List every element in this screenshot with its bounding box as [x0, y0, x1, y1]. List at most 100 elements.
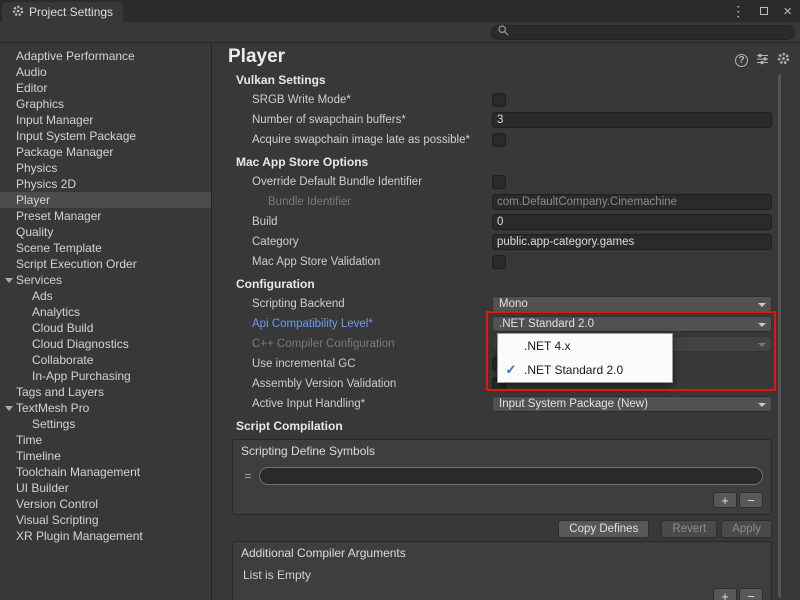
tab-project-settings[interactable]: Project Settings	[2, 2, 123, 22]
sidebar-item-services[interactable]: Services	[0, 272, 211, 288]
sidebar-item-visual-scripting[interactable]: Visual Scripting	[0, 512, 211, 528]
sidebar-item-label: TextMesh Pro	[16, 401, 89, 415]
add-argument-button[interactable]: +	[713, 588, 737, 600]
search-icon	[498, 25, 509, 39]
help-icon[interactable]: ?	[735, 54, 748, 67]
titlebar: Project Settings ⋮ ×	[0, 0, 800, 22]
panel-header: Player ?	[212, 43, 800, 68]
list-controls: + −	[233, 490, 771, 514]
add-define-button[interactable]: +	[713, 492, 737, 508]
sidebar-item-label: Cloud Build	[32, 321, 93, 335]
preset-icon[interactable]	[756, 53, 769, 68]
category-textfield[interactable]: public.app-category.games	[492, 234, 772, 250]
remove-argument-button[interactable]: −	[739, 588, 763, 600]
sidebar-item-cloud-build[interactable]: Cloud Build	[0, 320, 211, 336]
define-symbol-input[interactable]	[259, 467, 763, 485]
sidebar-item-label: Ads	[32, 289, 53, 303]
copy-defines-button[interactable]: Copy Defines	[558, 520, 649, 538]
sidebar-item-label: Audio	[16, 65, 47, 79]
field-label: Scripting Backend	[252, 298, 492, 310]
sidebar-item-label: Adaptive Performance	[16, 49, 135, 63]
revert-button[interactable]: Revert	[661, 520, 717, 538]
window-controls: ⋮ ×	[731, 0, 792, 22]
additional-compiler-arguments-box: Additional Compiler Arguments List is Em…	[232, 541, 772, 600]
sidebar-item-cloud-diagnostics[interactable]: Cloud Diagnostics	[0, 336, 211, 352]
sidebar-item-ads[interactable]: Ads	[0, 288, 211, 304]
sidebar-item-label: Collaborate	[32, 353, 93, 367]
sidebar-item-player[interactable]: Player	[0, 192, 211, 208]
sidebar-item-ui-builder[interactable]: UI Builder	[0, 480, 211, 496]
section-header-vulkan-settings: Vulkan Settings	[212, 68, 800, 90]
remove-define-button[interactable]: −	[739, 492, 763, 508]
sidebar-item-scene-template[interactable]: Scene Template	[0, 240, 211, 256]
sidebar-item-in-app-purchasing[interactable]: In-App Purchasing	[0, 368, 211, 384]
section-header-configuration: Configuration	[212, 272, 800, 294]
setting-row-override-default-bundle-identifier: Override Default Bundle Identifier	[212, 172, 800, 192]
srgb-write-mode-checkbox[interactable]	[492, 93, 506, 107]
sidebar-item-editor[interactable]: Editor	[0, 80, 211, 96]
number-of-swapchain-buffers-textfield[interactable]: 3	[492, 112, 772, 128]
sidebar-item-input-manager[interactable]: Input Manager	[0, 112, 211, 128]
sidebar-item-analytics[interactable]: Analytics	[0, 304, 211, 320]
field-label: Active Input Handling*	[252, 398, 492, 410]
sidebar-item-label: Input System Package	[16, 129, 136, 143]
sidebar-item-settings[interactable]: Settings	[0, 416, 211, 432]
scrollbar[interactable]	[778, 74, 781, 598]
setting-row-mac-app-store-validation: Mac App Store Validation	[212, 252, 800, 272]
sidebar-item-label: Toolchain Management	[16, 465, 140, 479]
sidebar-item-timeline[interactable]: Timeline	[0, 448, 211, 464]
sidebar-item-collaborate[interactable]: Collaborate	[0, 352, 211, 368]
sidebar-item-time[interactable]: Time	[0, 432, 211, 448]
sidebar-item-label: Analytics	[32, 305, 80, 319]
scripting-backend-dropdown[interactable]: Mono	[492, 296, 772, 312]
gear-icon	[12, 5, 24, 20]
sidebar-item-label: Player	[16, 193, 50, 207]
sidebar-item-quality[interactable]: Quality	[0, 224, 211, 240]
apply-button[interactable]: Apply	[721, 520, 772, 538]
drag-handle-icon[interactable]: =	[241, 469, 255, 483]
close-icon[interactable]: ×	[783, 3, 792, 20]
sidebar-item-preset-manager[interactable]: Preset Manager	[0, 208, 211, 224]
sidebar-item-label: Quality	[16, 225, 53, 239]
toolbar	[0, 22, 800, 43]
build-textfield[interactable]: 0	[492, 214, 772, 230]
list-controls: + −	[233, 586, 771, 600]
sidebar-item-graphics[interactable]: Graphics	[0, 96, 211, 112]
active-input-handling-dropdown[interactable]: Input System Package (New)	[492, 396, 772, 412]
search-box[interactable]	[491, 25, 795, 40]
sidebar-item-xr-plugin-management[interactable]: XR Plugin Management	[0, 528, 211, 544]
foldout-triangle-icon[interactable]	[5, 406, 13, 411]
project-settings-window: Project Settings ⋮ × Adaptive Performanc…	[0, 0, 800, 600]
sidebar-item-version-control[interactable]: Version Control	[0, 496, 211, 512]
override-default-bundle-identifier-checkbox[interactable]	[492, 175, 506, 189]
sidebar-item-adaptive-performance[interactable]: Adaptive Performance	[0, 48, 211, 64]
sidebar-item-script-execution-order[interactable]: Script Execution Order	[0, 256, 211, 272]
sidebar-item-physics-2d[interactable]: Physics 2D	[0, 176, 211, 192]
dropdown-value: Mono	[499, 298, 528, 310]
mac-app-store-validation-checkbox[interactable]	[492, 255, 506, 269]
maximize-icon[interactable]	[760, 4, 768, 18]
window-menu-icon[interactable]: ⋮	[731, 3, 745, 20]
sidebar-item-input-system-package[interactable]: Input System Package	[0, 128, 211, 144]
sidebar-item-package-manager[interactable]: Package Manager	[0, 144, 211, 160]
sidebar-item-physics[interactable]: Physics	[0, 160, 211, 176]
sidebar-item-label: Preset Manager	[16, 209, 101, 223]
gear-icon[interactable]	[777, 52, 790, 68]
sidebar-item-textmesh-pro[interactable]: TextMesh Pro	[0, 400, 211, 416]
acquire-swapchain-image-late-as-possible-checkbox[interactable]	[492, 133, 506, 147]
bundle-identifier-textfield[interactable]: com.DefaultCompany.Cinemachine	[492, 194, 772, 210]
sidebar-item-toolchain-management[interactable]: Toolchain Management	[0, 464, 211, 480]
header-icons: ?	[735, 52, 790, 68]
field-label: Bundle Identifier	[252, 196, 492, 208]
sidebar-item-audio[interactable]: Audio	[0, 64, 211, 80]
setting-row-acquire-swapchain-image-late-as-possible: Acquire swapchain image late as possible…	[212, 130, 800, 150]
sidebar-item-tags-and-layers[interactable]: Tags and Layers	[0, 384, 211, 400]
search-input[interactable]	[513, 26, 788, 39]
sidebar-item-label: Physics 2D	[16, 177, 76, 191]
foldout-triangle-icon[interactable]	[5, 278, 13, 283]
setting-row-category: Categorypublic.app-category.games	[212, 232, 800, 252]
chevron-down-icon	[758, 403, 766, 407]
sidebar-item-label: Scene Template	[16, 241, 102, 255]
field-label: Acquire swapchain image late as possible…	[252, 134, 492, 146]
setting-row-srgb-write-mode: SRGB Write Mode*	[212, 90, 800, 110]
